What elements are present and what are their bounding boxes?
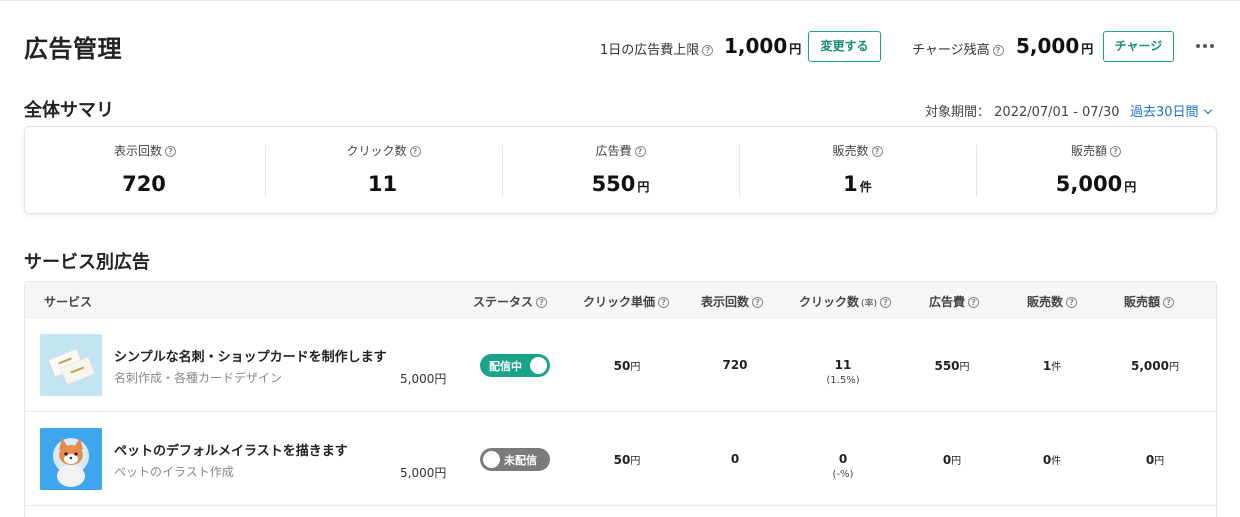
sales-amount-value: 5,000円: [1131, 359, 1179, 373]
cpc-value: 50円: [613, 453, 641, 467]
business-card-image: [40, 334, 102, 396]
summary-card: 表示回数? 720 クリック数? 11 広告費? 550 円 販売数? 1件 販売…: [24, 126, 1217, 214]
column-status: ステータス?: [473, 293, 548, 310]
column-impressions: 表示回数?: [701, 293, 764, 310]
service-thumbnail[interactable]: [40, 428, 102, 490]
service-price: 5,000円: [400, 372, 447, 386]
help-icon[interactable]: ?: [165, 146, 176, 157]
help-icon[interactable]: ?: [1163, 297, 1175, 308]
help-icon[interactable]: ?: [1066, 297, 1078, 308]
cost-value: 550円: [934, 359, 970, 373]
service-category: 名刺作成・各種カードデザイン: [114, 371, 283, 385]
page-header: 広告管理 1日の広告費上限? 1,000 円 変更する チャージ残高? 5,000…: [0, 0, 1240, 90]
toggle-knob: [530, 357, 547, 374]
toggle-knob: [483, 451, 500, 468]
column-clicks: クリック数 (率)?: [799, 293, 892, 310]
daily-limit-amount: 1,000 円: [724, 34, 802, 58]
sales-amount-value: 0円: [1145, 453, 1165, 467]
help-icon[interactable]: ?: [536, 297, 548, 308]
more-horizontal-icon[interactable]: [1196, 44, 1214, 48]
period-select[interactable]: 過去30日間: [1130, 101, 1212, 120]
charge-balance-amount: 5,000 円: [1016, 34, 1094, 58]
help-icon[interactable]: ?: [871, 146, 883, 157]
pet-illustration-image: [40, 428, 102, 490]
help-icon[interactable]: ?: [634, 146, 646, 157]
table-row[interactable]: シンプルな名刺・ショップカードを制作します 名刺作成・各種カードデザイン 5,0…: [25, 318, 1216, 412]
status-toggle[interactable]: 未配信: [480, 448, 550, 471]
metric-impressions: 表示回数? 720: [25, 127, 265, 215]
help-icon[interactable]: ?: [752, 297, 764, 308]
help-icon[interactable]: ?: [880, 297, 892, 308]
impressions-value: 0: [730, 452, 740, 466]
help-icon[interactable]: ?: [992, 45, 1004, 56]
service-name[interactable]: シンプルな名刺・ショップカードを制作します: [114, 346, 387, 365]
sales-count-value: 1件: [1042, 359, 1062, 373]
status-toggle[interactable]: 配信中: [480, 354, 550, 377]
column-sales-amount: 販売額?: [1124, 293, 1175, 310]
service-name[interactable]: ペットのデフォルメイラストを描きます: [114, 440, 348, 459]
impressions-value: 720: [722, 358, 748, 372]
help-icon[interactable]: ?: [658, 297, 670, 308]
period-range: 対象期間： 2022/07/01 - 07/30: [925, 105, 1120, 120]
service-price: 5,000円: [400, 466, 447, 480]
service-ads-title: サービス別広告: [24, 252, 150, 273]
service-ads-table: サービス ステータス? クリック単価? 表示回数? クリック数 (率)? 広告費?…: [24, 281, 1217, 517]
service-thumbnail[interactable]: [40, 334, 102, 396]
change-limit-button[interactable]: 変更する: [808, 31, 881, 62]
metric-sales-count: 販売数? 1件: [739, 127, 976, 215]
charge-button[interactable]: チャージ: [1103, 31, 1174, 62]
table-row[interactable]: ペットのデフォルメイラストを描きます ペットのイラスト作成 5,000円 未配信…: [25, 412, 1216, 506]
chevron-down-icon: [1203, 105, 1212, 115]
sales-count-value: 0件: [1042, 453, 1062, 467]
metric-clicks: クリック数? 11: [265, 127, 502, 215]
help-icon[interactable]: ?: [968, 297, 980, 308]
column-service: サービス: [44, 295, 93, 309]
service-category: ペットのイラスト作成: [114, 465, 234, 479]
cost-value: 0円: [942, 453, 962, 467]
help-icon[interactable]: ?: [409, 146, 421, 157]
metric-sales-amount: 販売額? 5,000 円: [1055, 144, 1137, 196]
cpc-value: 50円: [613, 359, 641, 373]
clicks-value: 0 (-%): [832, 452, 854, 480]
charge-balance-label: チャージ残高?: [912, 39, 1004, 58]
help-icon[interactable]: ?: [702, 45, 714, 56]
summary-title: 全体サマリ: [24, 100, 114, 121]
table-header: サービス ステータス? クリック単価? 表示回数? クリック数 (率)? 広告費?…: [25, 282, 1216, 318]
help-icon[interactable]: ?: [1110, 146, 1121, 157]
clicks-value: 11 (1.5%): [826, 358, 860, 386]
column-sales-count: 販売数?: [1027, 293, 1078, 310]
column-cost: 広告費?: [929, 293, 980, 310]
page-title: 広告管理: [24, 35, 122, 63]
metric-ad-cost: 広告費? 550 円: [591, 144, 650, 196]
daily-limit-label: 1日の広告費上限?: [600, 39, 714, 58]
column-cpc: クリック単価?: [583, 293, 670, 310]
